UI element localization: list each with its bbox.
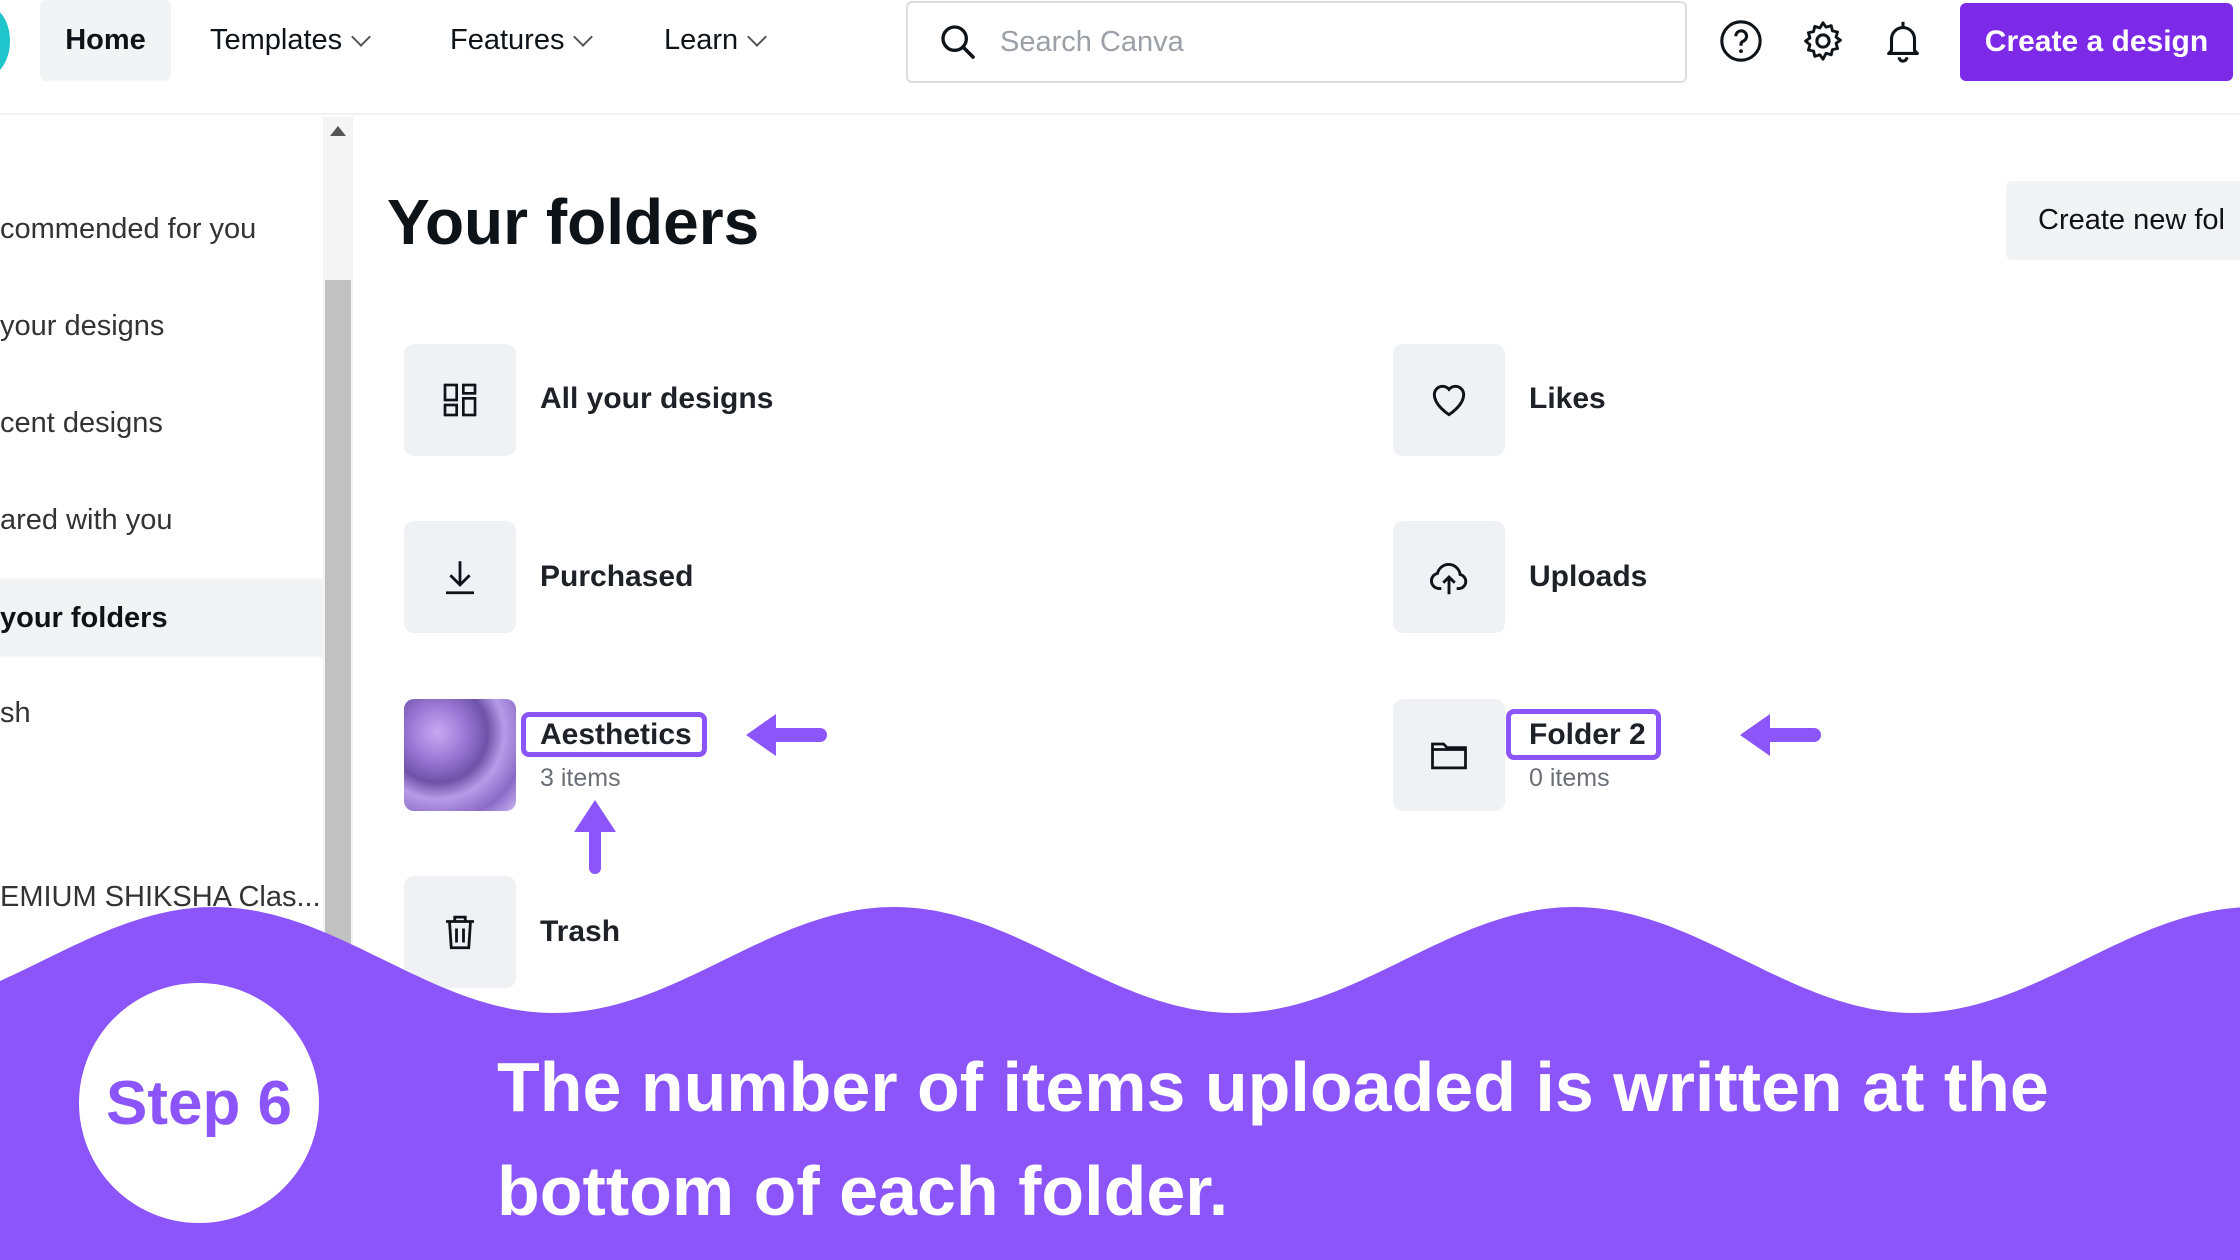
instruction-caption: The number of items uploaded is written …: [497, 1048, 2049, 1230]
step-badge: Step 6: [79, 983, 319, 1223]
folder-label[interactable]: Trash: [540, 915, 620, 949]
